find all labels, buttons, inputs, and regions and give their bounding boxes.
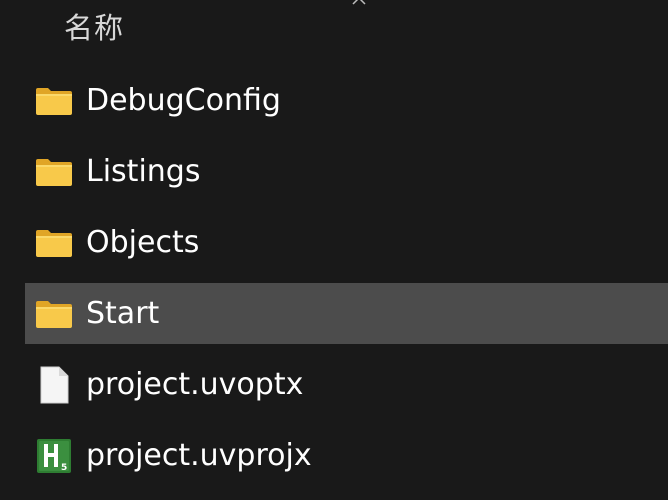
folder-icon	[35, 297, 73, 331]
folder-icon	[35, 226, 73, 260]
folder-icon	[35, 84, 73, 118]
svg-text:5: 5	[61, 463, 67, 473]
list-item-objects[interactable]: Objects	[25, 212, 668, 273]
list-item-project-uvoptx[interactable]: project.uvoptx	[25, 354, 668, 415]
file-name: Listings	[86, 153, 201, 189]
list-item-listings[interactable]: Listings	[25, 141, 668, 202]
file-name: Objects	[86, 224, 200, 260]
list-item-debugconfig[interactable]: DebugConfig	[25, 70, 668, 131]
file-explorer-view: 名称 DebugConfig Listings Objects Start pr…	[0, 0, 668, 500]
file-name: project.uvoptx	[86, 366, 304, 402]
folder-icon	[35, 155, 73, 189]
document-icon	[35, 366, 73, 403]
list-item-project-uvprojx[interactable]: 5 project.uvprojx	[25, 425, 668, 486]
file-name: Start	[86, 295, 160, 331]
chevron-up-icon[interactable]	[351, 0, 367, 6]
file-name: project.uvprojx	[86, 437, 312, 473]
name-column-header[interactable]: 名称	[64, 8, 124, 48]
list-item-start[interactable]: Start	[25, 283, 668, 344]
file-list: DebugConfig Listings Objects Start proje…	[25, 70, 668, 496]
file-name: DebugConfig	[86, 82, 281, 118]
keil-uvision-icon: 5	[35, 438, 73, 473]
